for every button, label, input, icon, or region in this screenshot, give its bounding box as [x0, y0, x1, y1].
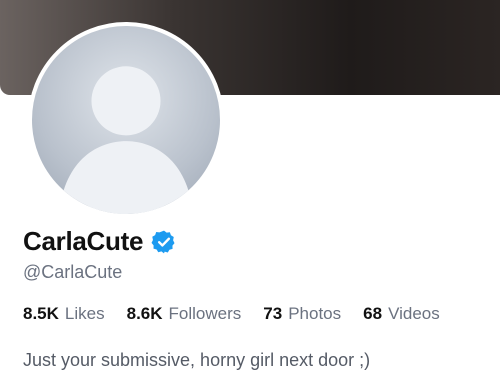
stat-label: Likes — [64, 304, 105, 323]
stat-label: Followers — [168, 304, 242, 323]
stat-label: Videos — [388, 304, 440, 323]
stat-likes[interactable]: 8.5K Likes — [23, 304, 105, 324]
profile-stats: 8.5K Likes 8.6K Followers 73 Photos 68 V… — [23, 304, 440, 324]
stat-value: 8.5K — [23, 304, 59, 323]
stat-label: Photos — [288, 304, 342, 323]
stat-value: 8.6K — [126, 304, 163, 323]
verified-badge-icon — [151, 230, 175, 253]
profile-bio: Just your submissive, horny girl next do… — [23, 350, 371, 370]
avatar-placeholder-icon — [58, 66, 194, 214]
profile-handle: @CarlaCute — [23, 262, 123, 282]
name-row: CarlaCute — [23, 226, 177, 257]
stat-value: 73 — [263, 304, 283, 323]
profile-name: CarlaCute — [23, 226, 144, 256]
profile-avatar[interactable] — [28, 22, 224, 218]
stat-videos[interactable]: 68 Videos — [363, 304, 440, 324]
stat-followers[interactable]: 8.6K Followers — [127, 304, 242, 324]
stat-value: 68 — [363, 304, 383, 323]
stat-photos[interactable]: 73 Photos — [263, 304, 341, 324]
